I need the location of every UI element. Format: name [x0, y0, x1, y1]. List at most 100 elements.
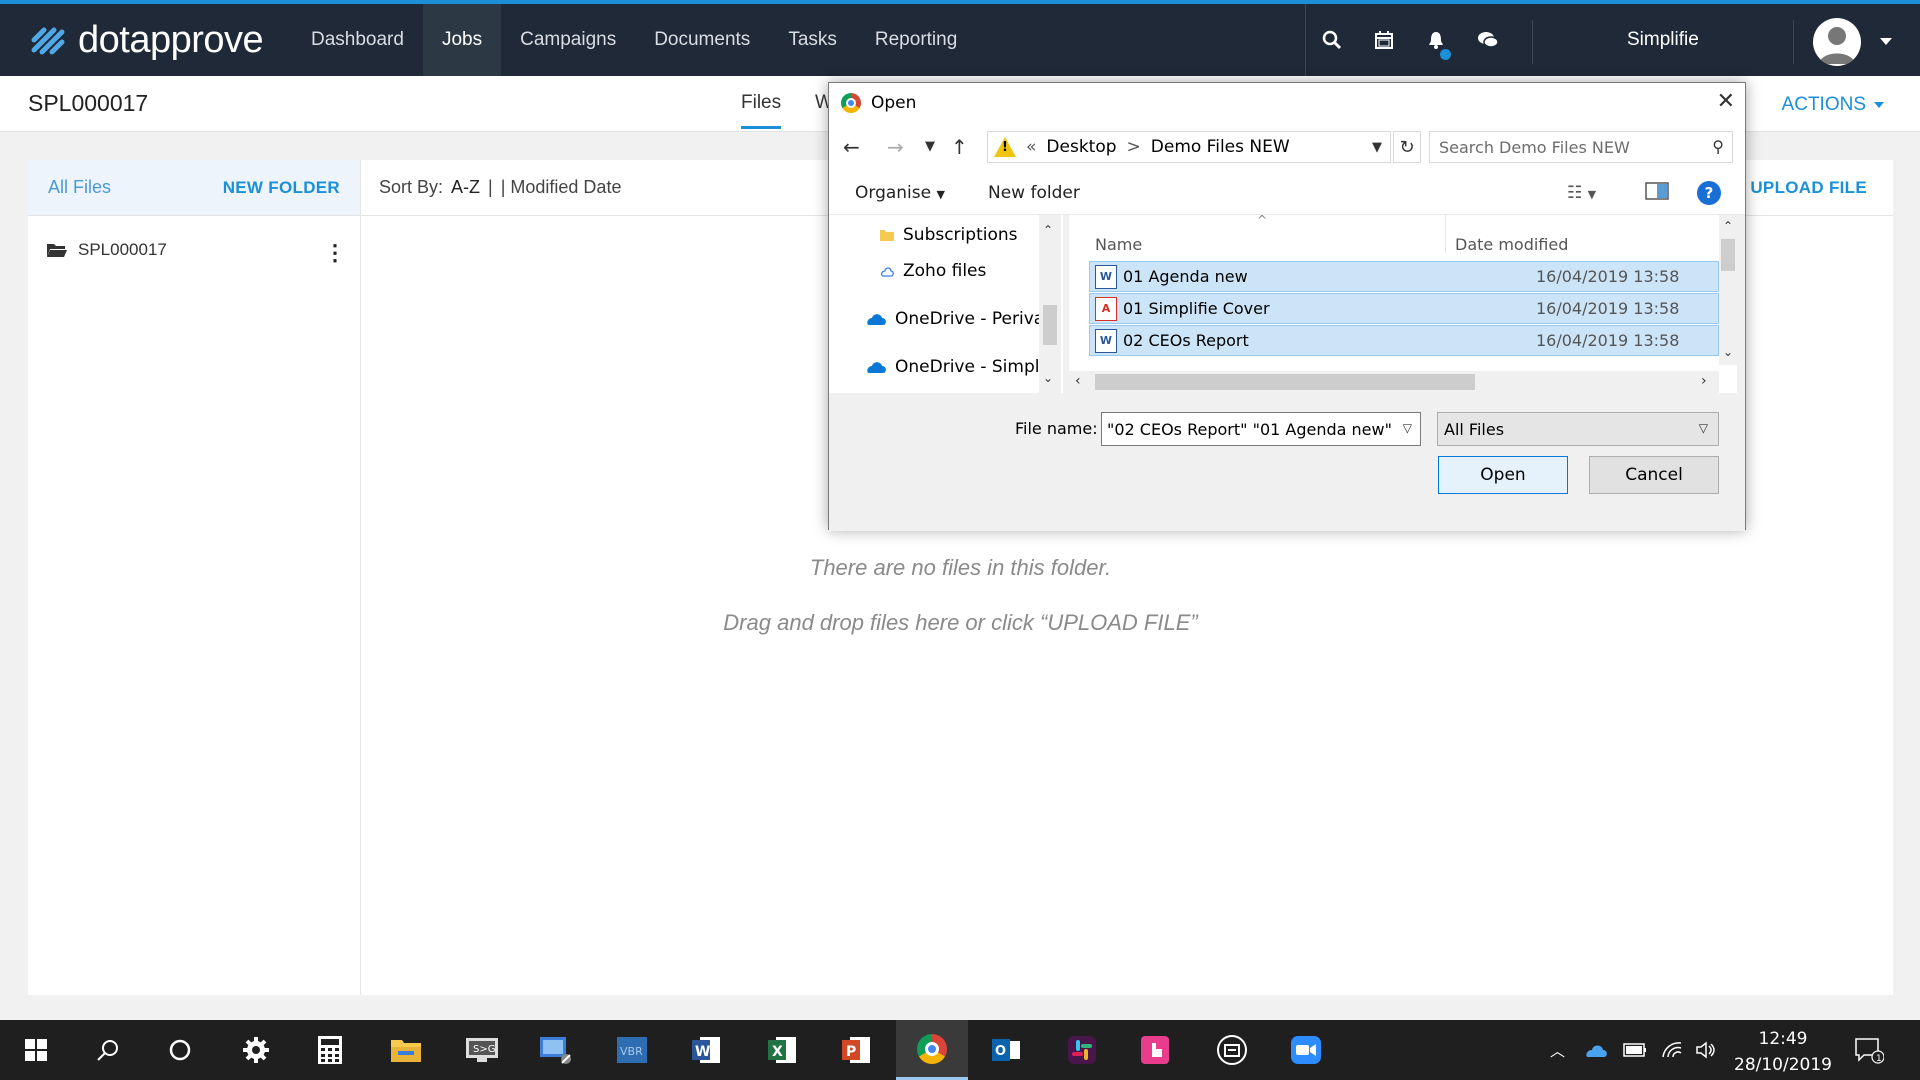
chrome-app-icon[interactable] [896, 1020, 968, 1080]
chevron-down-icon[interactable]: ▽ [1403, 421, 1412, 435]
file-row[interactable]: W 02 CEOs Report 16/04/2019 13:58 [1089, 325, 1719, 356]
windows-start-icon[interactable] [0, 1020, 72, 1080]
wifi-icon[interactable] [1661, 1041, 1683, 1059]
bell-icon[interactable] [1410, 4, 1462, 76]
breadcrumb-overflow[interactable]: « [1026, 137, 1036, 157]
search-icon[interactable]: ⚲ [1712, 137, 1724, 156]
svg-text:P: P [846, 1044, 856, 1060]
dialog-title: Open [871, 93, 917, 113]
nav-jobs[interactable]: Jobs [422, 4, 502, 76]
nav-documents[interactable]: Documents [635, 4, 769, 76]
nav-campaigns[interactable]: Campaigns [501, 4, 635, 76]
powerpoint-app-icon[interactable]: P [820, 1020, 892, 1080]
snipping-tool-icon[interactable]: S>G [446, 1020, 518, 1080]
search-input[interactable]: Search Demo Files NEW ⚲ [1429, 131, 1733, 163]
onedrive-tray-icon[interactable] [1583, 1042, 1609, 1058]
scrollbar-thumb[interactable] [1095, 374, 1475, 390]
system-clock[interactable]: 12:49 28/10/2019 [1730, 1026, 1836, 1078]
all-files-link[interactable]: All Files [48, 177, 111, 198]
folder-item[interactable]: SPL000017 ⋮ [46, 240, 346, 265]
column-header-name[interactable]: Name [1095, 235, 1142, 254]
word-app-icon[interactable]: W [670, 1020, 742, 1080]
tree-item-subscriptions[interactable]: Subscriptions [879, 225, 1017, 245]
nav-dashboard[interactable]: Dashboard [292, 4, 423, 76]
column-header-date[interactable]: Date modified [1455, 235, 1568, 254]
cancel-button[interactable]: Cancel [1589, 456, 1719, 494]
battery-icon[interactable] [1623, 1043, 1647, 1057]
file-list-scrollbar[interactable]: ⌃ ⌄ [1719, 215, 1737, 365]
scroll-down-icon[interactable]: ⌄ [1723, 345, 1733, 359]
screen-capture-icon[interactable] [1196, 1020, 1268, 1080]
upload-file-button[interactable]: UPLOAD FILE [1750, 160, 1867, 216]
volume-icon[interactable] [1695, 1041, 1717, 1059]
slack-app-icon[interactable] [1046, 1020, 1118, 1080]
actions-button[interactable]: ACTIONS [1782, 94, 1884, 116]
new-folder-button[interactable]: NEW FOLDER [223, 178, 340, 198]
scrollbar-thumb[interactable] [1043, 305, 1057, 345]
recent-chevron-icon[interactable]: ▼ [925, 139, 935, 154]
scroll-down-icon[interactable]: ⌄ [1043, 371, 1053, 385]
avatar[interactable] [1813, 18, 1861, 66]
search-icon[interactable] [1306, 4, 1358, 76]
tree-item-zoho-files[interactable]: Zoho files [879, 261, 986, 281]
chat-icon[interactable] [1462, 4, 1514, 76]
address-dropdown-icon[interactable]: ▼ [1372, 140, 1382, 155]
calculator-icon[interactable] [294, 1020, 366, 1080]
refresh-icon[interactable]: ↻ [1393, 131, 1421, 163]
file-row[interactable]: A 01 Simplifie Cover 16/04/2019 13:58 [1089, 293, 1719, 324]
zoom-app-icon[interactable] [1270, 1020, 1342, 1080]
dotapprove-logo[interactable]: dotapprove [28, 18, 264, 62]
open-button[interactable]: Open [1438, 456, 1568, 494]
file-row[interactable]: W 01 Agenda new 16/04/2019 13:58 [1089, 261, 1719, 292]
nav-tasks[interactable]: Tasks [769, 4, 856, 76]
back-arrow-icon[interactable]: ← [843, 135, 860, 159]
outlook-app-icon[interactable]: O [970, 1020, 1042, 1080]
touch-app-icon[interactable] [1120, 1020, 1192, 1080]
scroll-up-icon[interactable]: ⌃ [1723, 219, 1733, 233]
file-name-field[interactable]: "02 CEOs Report" "01 Agenda new" ▽ [1101, 412, 1421, 446]
search-icon[interactable] [72, 1020, 144, 1080]
scrollbar-thumb[interactable] [1721, 239, 1735, 271]
excel-app-icon[interactable]: X [746, 1020, 818, 1080]
view-options-icon[interactable]: ☷ ▼ [1567, 183, 1596, 203]
more-options-icon[interactable]: ⋮ [324, 240, 346, 266]
clock-time: 12:49 [1758, 1029, 1808, 1049]
vbr-app-icon[interactable]: VBR [596, 1020, 668, 1080]
address-bar[interactable]: ! « Desktop > Demo Files NEW ▼ [987, 131, 1391, 163]
sort-modified-date[interactable]: | Modified Date [501, 177, 622, 198]
tree-item-onedrive-simplifie[interactable]: OneDrive - Simplif [865, 357, 1055, 377]
tree-scrollbar[interactable]: ⌃ ⌄ [1039, 215, 1061, 393]
tab-files[interactable]: Files [741, 92, 782, 129]
show-hidden-icons-icon[interactable]: ︿ [1550, 1040, 1565, 1061]
forward-arrow-icon[interactable]: → [887, 135, 904, 159]
help-icon[interactable]: ? [1697, 181, 1721, 205]
remote-desktop-icon[interactable] [520, 1020, 592, 1080]
windows-taskbar: S>G VBR W X P O ︿ 12:49 28/10/2019 1 [0, 1020, 1920, 1080]
up-arrow-icon[interactable]: ↑ [951, 135, 968, 159]
action-center-icon[interactable]: 1 [1854, 1020, 1884, 1080]
scroll-left-icon[interactable]: ‹ [1075, 373, 1081, 389]
file-type-select[interactable]: All Files ▽ [1437, 412, 1719, 446]
settings-gear-icon[interactable] [220, 1020, 292, 1080]
calendar-icon[interactable] [1358, 4, 1410, 76]
sort-az[interactable]: A-Z [451, 177, 480, 198]
breadcrumb-desktop[interactable]: Desktop [1046, 137, 1116, 157]
new-folder-button[interactable]: New folder [988, 183, 1080, 203]
chevron-down-icon[interactable] [1880, 38, 1892, 45]
scroll-right-icon[interactable]: › [1701, 373, 1707, 389]
preview-pane-icon[interactable] [1645, 181, 1669, 206]
close-icon[interactable]: ✕ [1717, 89, 1735, 114]
tree-item-onedrive-perivar[interactable]: OneDrive - Perivar [865, 309, 1055, 329]
horizontal-scrollbar[interactable]: ‹ › [1069, 371, 1719, 393]
organise-menu[interactable]: Organise ▼ [855, 183, 945, 203]
file-explorer-icon[interactable] [370, 1020, 442, 1080]
nav-reporting[interactable]: Reporting [856, 4, 976, 76]
warning-icon: ! [994, 137, 1016, 157]
cortana-icon[interactable] [144, 1020, 216, 1080]
dialog-titlebar: Open ✕ [829, 83, 1745, 123]
breadcrumb-demo-files[interactable]: Demo Files NEW [1151, 137, 1290, 157]
nav-divider [1532, 20, 1533, 64]
scroll-up-icon[interactable]: ⌃ [1043, 223, 1053, 237]
breadcrumb-separator: > [1126, 137, 1141, 157]
user-name[interactable]: Simplifie [1627, 4, 1699, 76]
